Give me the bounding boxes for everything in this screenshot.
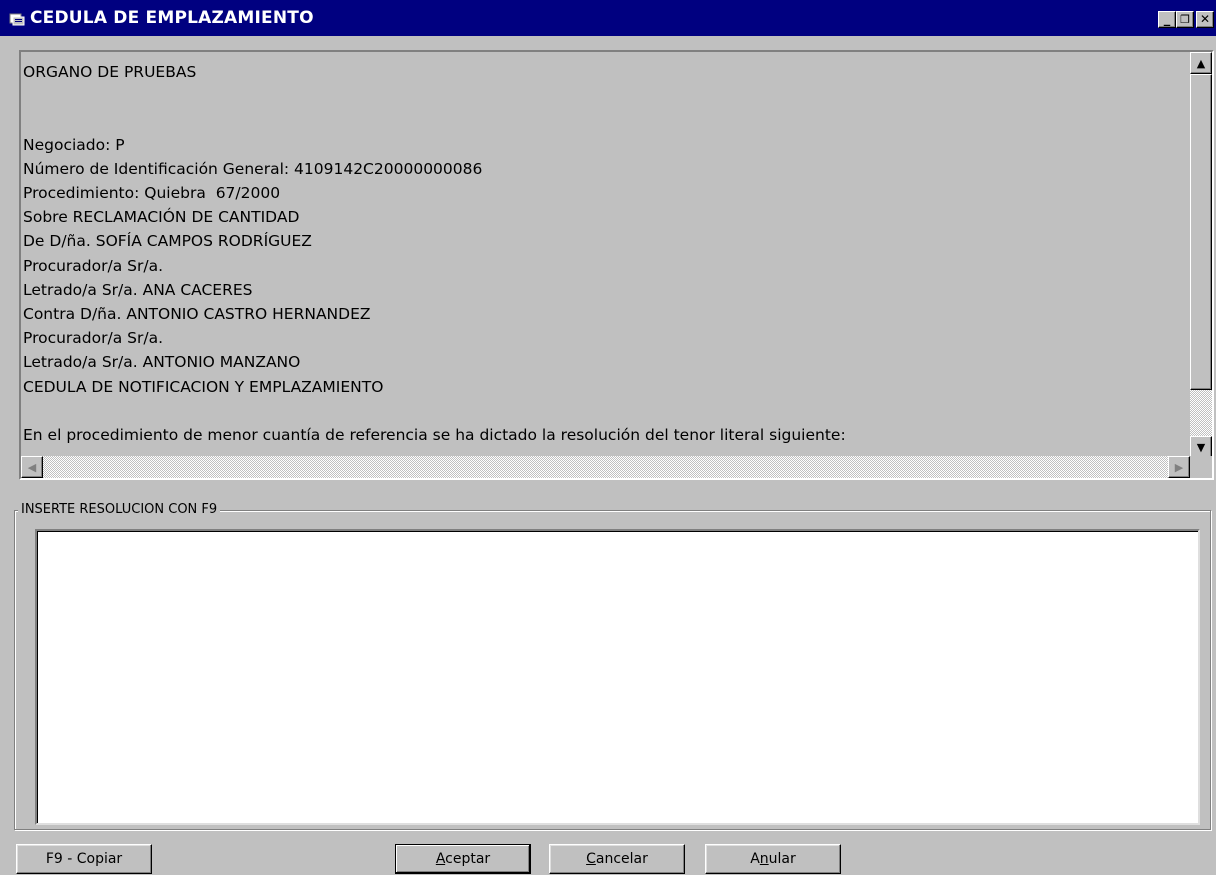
scroll-left-button[interactable]: ◀ xyxy=(21,456,43,478)
cancel-button-label: Cancelar xyxy=(586,851,648,867)
resolution-input[interactable] xyxy=(35,529,1200,825)
document-line: En el procedimiento de menor cuantía de … xyxy=(23,426,846,445)
copy-button-label: F9 - Copiar xyxy=(45,851,123,867)
document-text: ORGANO DE PRUEBAS Negociado: P Número de … xyxy=(23,60,1183,456)
cedula-window: CEDULA DE EMPLAZAMIENTO _ ❐ ✕ ORGANO DE … xyxy=(0,0,1216,875)
document-line: Procurador/a Sr/a. xyxy=(23,256,164,275)
scroll-up-button[interactable]: ▲ xyxy=(1190,52,1212,74)
void-button[interactable]: Anular xyxy=(705,844,841,874)
arrow-right-icon: ▶ xyxy=(1174,460,1184,474)
arrow-down-icon: ▼ xyxy=(1196,440,1206,454)
arrow-left-icon: ◀ xyxy=(27,460,37,474)
resolution-group-label: INSERTE RESOLUCION CON F9 xyxy=(18,502,221,518)
document-line: ORGANO DE PRUEBAS xyxy=(23,63,197,81)
restore-icon: ❐ xyxy=(1180,13,1190,26)
document-line: CEDULA DE NOTIFICACION Y EMPLAZAMIENTO xyxy=(23,377,384,396)
void-button-label: Anular xyxy=(750,851,796,867)
document-line: Procurador/a Sr/a. xyxy=(23,329,164,348)
document-line: Negociado: P xyxy=(23,135,125,154)
document-line: Letrado/a Sr/a. ANA CACERES xyxy=(23,280,253,299)
scrollbar-corner xyxy=(1190,456,1212,478)
scroll-down-button[interactable]: ▼ xyxy=(1190,436,1212,458)
accept-button[interactable]: Aceptar xyxy=(395,844,531,874)
accept-button-label: Aceptar xyxy=(435,851,491,867)
cancel-button[interactable]: Cancelar xyxy=(549,844,685,874)
vertical-scroll-thumb[interactable] xyxy=(1190,74,1212,390)
document-line: Contra D/ña. ANTONIO CASTRO HERNANDEZ xyxy=(23,305,371,324)
document-text-panel[interactable]: ORGANO DE PRUEBAS Negociado: P Número de … xyxy=(19,50,1214,480)
minimize-button[interactable]: _ xyxy=(1158,11,1176,28)
title-bar[interactable]: CEDULA DE EMPLAZAMIENTO _ ❐ ✕ xyxy=(0,0,1216,36)
scroll-right-button[interactable]: ▶ xyxy=(1168,456,1190,478)
close-icon: ✕ xyxy=(1199,12,1211,26)
document-line: Letrado/a Sr/a. ANTONIO MANZANO xyxy=(23,353,301,372)
minimize-icon: _ xyxy=(1163,12,1171,27)
arrow-up-icon: ▲ xyxy=(1196,56,1206,70)
vertical-scrollbar[interactable]: ▲ ▼ xyxy=(1190,52,1212,458)
app-icon xyxy=(9,13,25,26)
horizontal-scrollbar[interactable]: ◀ ▶ xyxy=(21,456,1190,478)
document-line: De D/ña. SOFÍA CAMPOS RODRÍGUEZ xyxy=(23,232,312,251)
document-line: Sobre RECLAMACIÓN DE CANTIDAD xyxy=(23,208,300,227)
maximize-button[interactable]: ❐ xyxy=(1176,11,1194,28)
close-button[interactable]: ✕ xyxy=(1196,11,1214,28)
document-line: Procedimiento: Quiebra 67/2000 xyxy=(23,184,281,203)
document-line: Número de Identificación General: 410914… xyxy=(23,159,483,178)
copy-f9-button[interactable]: F9 - Copiar xyxy=(16,844,152,874)
window-title: CEDULA DE EMPLAZAMIENTO xyxy=(30,8,314,28)
